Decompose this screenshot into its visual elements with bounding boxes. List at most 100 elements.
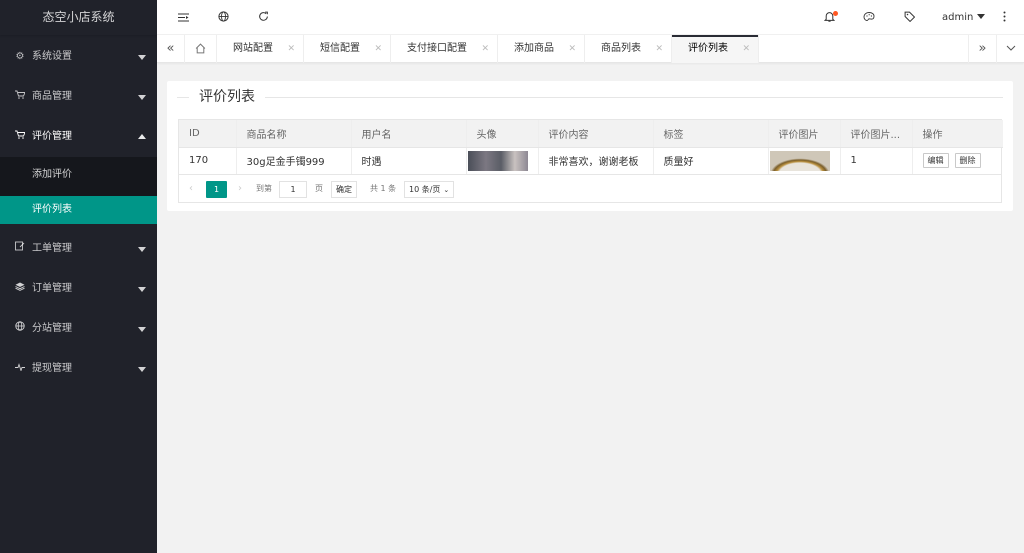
page-number-current[interactable]: 1 [206, 181, 227, 198]
cell-id: 170 [179, 147, 237, 174]
tab-label: 添加商品 [514, 43, 554, 54]
cell-image-count: 1 [840, 147, 913, 174]
username: admin [942, 12, 974, 23]
edit-button[interactable]: 编辑 [922, 153, 949, 169]
top-header: admin [157, 0, 1024, 35]
tab-label: 网站配置 [233, 43, 273, 54]
page-jump-input[interactable] [279, 181, 307, 198]
layers-icon [14, 269, 26, 309]
chevron-up-icon [138, 134, 146, 139]
review-list-card: 评价列表 ID 商品名称 用户名 头像 评价内容 标签 评价图片 评价图片...… [167, 81, 1013, 211]
tab-list: 网站配置 ✕ 短信配置 ✕ 支付接口配置 ✕ 添加商品 ✕ 商品列表 ✕ 评价列表 ✕ [185, 35, 759, 63]
tab-label: 支付接口配置 [407, 43, 467, 54]
next-page-icon[interactable]: › [238, 181, 242, 197]
edit-icon [14, 229, 26, 269]
tag-icon[interactable] [897, 0, 921, 35]
cell-product: 30g足金手镯999 [236, 147, 352, 174]
tab-add-product[interactable]: 添加商品 ✕ [498, 35, 585, 63]
column-header[interactable]: 操作 [912, 120, 1003, 148]
confirm-jump-button[interactable]: 确定 [331, 181, 357, 198]
column-header[interactable]: 标签 [653, 120, 769, 148]
refresh-icon[interactable] [251, 0, 275, 35]
review-image[interactable] [769, 150, 830, 171]
sidebar-item-system-settings[interactable]: ⚙ 系统设置 [0, 37, 157, 77]
cart-icon [14, 77, 26, 117]
chevron-down-icon [138, 247, 146, 252]
home-tab-icon[interactable] [185, 35, 217, 63]
sidebar-item-substations[interactable]: 分站管理 [0, 309, 157, 349]
page-size-select[interactable]: 10 条/页 ⌄ [404, 181, 455, 198]
cell-avatar [466, 147, 539, 174]
close-icon[interactable]: ✕ [568, 35, 576, 63]
sidebar-item-label: 评价管理 [32, 131, 72, 142]
tab-sms-config[interactable]: 短信配置 ✕ [304, 35, 391, 63]
more-vertical-icon[interactable] [992, 0, 1016, 35]
sidebar-item-tickets[interactable]: 工单管理 [0, 229, 157, 269]
notification-dot [833, 11, 838, 16]
tab-site-config[interactable]: 网站配置 ✕ [217, 35, 304, 63]
chevron-down-icon [138, 327, 146, 332]
pulse-icon [14, 349, 26, 389]
close-icon[interactable]: ✕ [374, 35, 382, 63]
close-icon[interactable]: ✕ [655, 35, 663, 63]
tabs-scroll-left-icon[interactable]: « [157, 35, 185, 63]
user-menu[interactable]: admin [942, 0, 986, 35]
page-size-value: 10 条/页 [409, 185, 441, 194]
tabs-dropdown-icon[interactable] [996, 35, 1024, 63]
sidebar-item-orders[interactable]: 订单管理 [0, 269, 157, 309]
total-count: 共 1 条 [370, 184, 397, 193]
column-header[interactable]: ID [179, 120, 237, 148]
tab-label: 商品列表 [601, 43, 641, 54]
column-header[interactable]: 评价图片 [768, 120, 841, 148]
sidebar-item-label: 商品管理 [32, 91, 72, 102]
app-logo: 态空小店系统 [0, 0, 157, 35]
column-header[interactable]: 评价图片... [840, 120, 913, 148]
close-icon[interactable]: ✕ [481, 35, 489, 63]
sidebar-item-products[interactable]: 商品管理 [0, 77, 157, 117]
bell-icon[interactable] [817, 0, 841, 35]
delete-button[interactable]: 删除 [954, 153, 981, 169]
globe-icon [14, 309, 26, 349]
menu-toggle-icon[interactable] [171, 0, 195, 35]
avatar-image[interactable] [467, 150, 528, 171]
table-row[interactable]: 170 30g足金手镯999 时遇 非常喜欢，谢谢老板 质量好 1 编辑 删除 [179, 147, 1003, 174]
column-header[interactable]: 头像 [466, 120, 539, 148]
chevron-down-icon [138, 367, 146, 372]
sidebar-menu: ⚙ 系统设置 商品管理 评价管理 添加评价 评价列表 工单管理 订单管理 分站管… [0, 37, 157, 389]
sidebar-subitem-add-review[interactable]: 添加评价 [0, 157, 157, 193]
close-icon[interactable]: ✕ [742, 35, 750, 63]
sidebar-subitem-review-list[interactable]: 评价列表 [0, 196, 157, 224]
reviews-submenu: 添加评价 评价列表 [0, 157, 157, 224]
page-unit-label: 页 [315, 184, 323, 193]
cart-icon [14, 117, 26, 157]
pagination: ‹ 1 › 到第 页 确定 共 1 条 10 条/页⌄ [179, 174, 1001, 202]
gear-icon: ⚙ [15, 51, 25, 62]
theme-palette-icon[interactable] [857, 0, 881, 35]
tab-payment-config[interactable]: 支付接口配置 ✕ [391, 35, 498, 63]
column-header[interactable]: 商品名称 [236, 120, 352, 148]
tab-label: 评价列表 [688, 43, 728, 54]
tab-product-list[interactable]: 商品列表 ✕ [585, 35, 672, 63]
cell-actions: 编辑 删除 [912, 147, 1003, 174]
sidebar-item-reviews[interactable]: 评价管理 [0, 117, 157, 157]
sidebar-item-label: 工单管理 [32, 243, 72, 254]
tabs-scroll-right-icon[interactable]: » [968, 35, 996, 63]
sidebar-item-withdraw[interactable]: 提现管理 [0, 349, 157, 389]
section-legend: 评价列表 [177, 89, 1003, 105]
goto-label: 到第 [256, 184, 272, 193]
table-header-row: ID 商品名称 用户名 头像 评价内容 标签 评价图片 评价图片... 操作 [179, 120, 1003, 148]
page-title: 评价列表 [189, 89, 265, 105]
chevron-down-icon [138, 287, 146, 292]
column-header[interactable]: 用户名 [351, 120, 467, 148]
sidebar-item-label: 提现管理 [32, 363, 72, 374]
globe-icon[interactable] [211, 0, 235, 35]
chevron-down-icon [977, 14, 986, 19]
close-icon[interactable]: ✕ [287, 35, 295, 63]
review-table: ID 商品名称 用户名 头像 评价内容 标签 评价图片 评价图片... 操作 1… [178, 119, 1003, 203]
tab-review-list[interactable]: 评价列表 ✕ [672, 35, 759, 63]
cell-username: 时遇 [351, 147, 467, 174]
column-header[interactable]: 评价内容 [538, 120, 654, 148]
prev-page-icon[interactable]: ‹ [189, 181, 193, 197]
cell-review-image [768, 147, 841, 174]
sidebar-item-label: 分站管理 [32, 323, 72, 334]
